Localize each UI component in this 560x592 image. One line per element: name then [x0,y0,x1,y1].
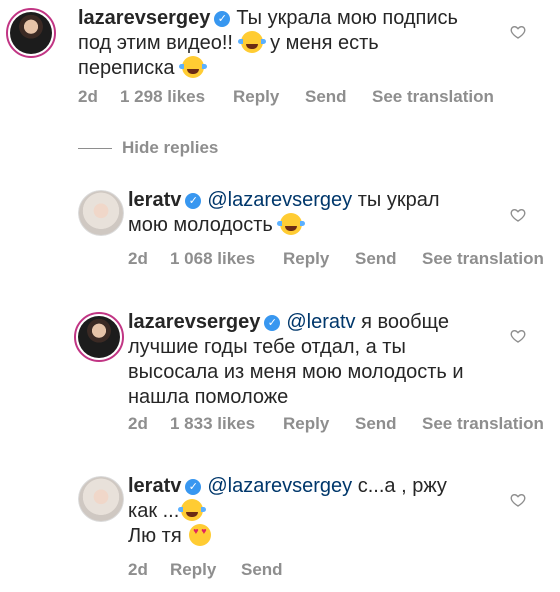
username[interactable]: lazarevsergey [128,311,260,333]
like-heart-icon[interactable] [510,207,526,223]
see-translation-button[interactable]: See translation [422,414,544,434]
send-button[interactable]: Send [355,414,397,434]
like-heart-icon[interactable] [510,328,526,344]
avatar[interactable] [78,476,124,522]
send-button[interactable]: Send [305,87,347,107]
timestamp: 2d [128,414,148,433]
heart-eyes-emoji [189,524,212,546]
comment-text: lazarevsergey ✓ @leratv я вообще лучшие го… [128,311,464,408]
avatar-image [78,190,124,236]
verified-badge-icon: ✓ [185,193,202,209]
comment-text: lazarevsergey ✓ Ты украла мою подпись под … [78,7,458,79]
mention-link[interactable]: @leratv [286,311,355,333]
avatar-image [78,316,120,358]
like-heart-icon[interactable] [510,24,526,40]
username[interactable]: lazarevsergey [78,7,210,29]
face-with-tears-of-joy-emoji [237,31,266,53]
mention-link[interactable]: @lazarevsergey [207,189,352,211]
username[interactable]: leratv [128,475,181,497]
comment-text: leratv ✓ @lazarevsergey с...а , ржу как ..… [128,474,508,549]
likes-count[interactable]: 1 298 likes [120,87,205,107]
divider [78,148,112,149]
face-with-tears-of-joy-emoji [178,499,207,521]
likes-count[interactable]: 1 068 likes [170,249,255,269]
face-with-tears-of-joy-emoji [277,213,306,235]
mention-link[interactable]: @lazarevsergey [207,475,352,497]
reply-button[interactable]: Reply [283,249,329,269]
avatar-image [10,12,52,54]
reply-button[interactable]: Reply [170,560,216,580]
send-button[interactable]: Send [355,249,397,269]
see-translation-button[interactable]: See translation [422,249,544,269]
see-translation-button[interactable]: See translation [372,87,494,107]
like-heart-icon[interactable] [510,492,526,508]
avatar[interactable] [6,8,56,58]
timestamp: 2d [78,87,98,106]
face-with-tears-of-joy-emoji [179,56,208,78]
timestamp: 2d [128,560,148,579]
avatar[interactable] [78,190,124,236]
reply-button[interactable]: Reply [283,414,329,434]
likes-count[interactable]: 1 833 likes [170,414,255,434]
username[interactable]: leratv [128,189,181,211]
verified-badge-icon: ✓ [214,11,231,27]
send-button[interactable]: Send [241,560,283,580]
avatar-image [78,476,124,522]
verified-badge-icon: ✓ [185,479,202,495]
comment-text: leratv ✓ @lazarevsergey ты украл мою молод… [128,189,440,236]
reply-button[interactable]: Reply [233,87,279,107]
verified-badge-icon: ✓ [264,315,281,331]
avatar[interactable] [74,312,124,362]
timestamp: 2d [128,249,148,268]
hide-replies-label: Hide replies [122,138,219,157]
